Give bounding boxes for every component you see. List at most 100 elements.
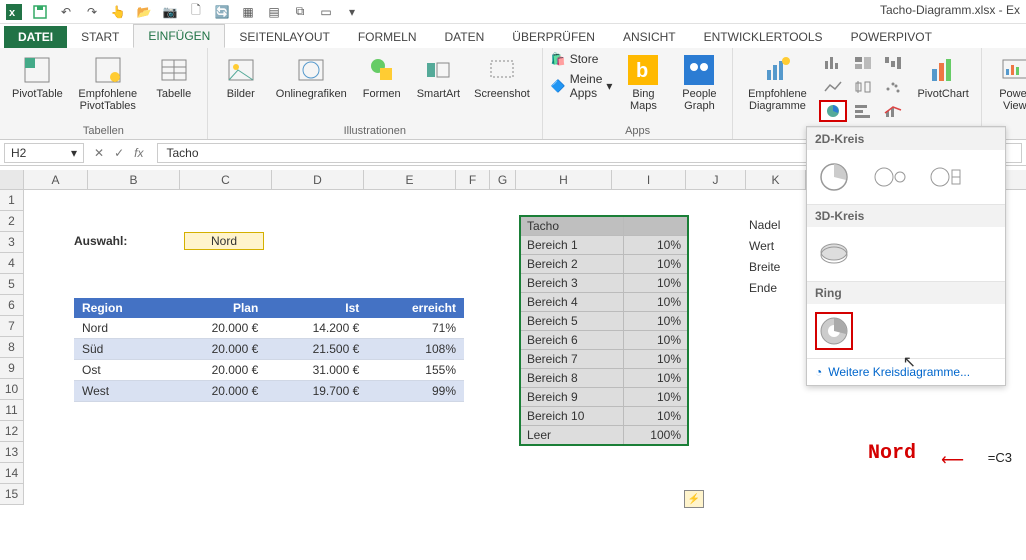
calc-icon[interactable]: ▦ bbox=[240, 4, 256, 20]
col-A[interactable]: A bbox=[24, 170, 88, 189]
col-I[interactable]: I bbox=[612, 170, 686, 189]
row-12[interactable]: 12 bbox=[0, 421, 24, 442]
row-11[interactable]: 11 bbox=[0, 400, 24, 421]
bar-of-pie-option[interactable] bbox=[927, 158, 965, 196]
row-4[interactable]: 4 bbox=[0, 253, 24, 274]
scatter-chart-icon[interactable] bbox=[879, 76, 907, 98]
row-1[interactable]: 1 bbox=[0, 190, 24, 211]
cancel-icon[interactable]: ✕ bbox=[94, 146, 104, 160]
row-7[interactable]: 7 bbox=[0, 316, 24, 337]
hierarchy-chart-icon[interactable] bbox=[849, 52, 877, 74]
combo-chart-icon[interactable] bbox=[879, 100, 907, 122]
auswahl-value[interactable]: Nord bbox=[184, 232, 264, 250]
bing-maps-button[interactable]: bBing Maps bbox=[618, 52, 668, 114]
save-icon[interactable] bbox=[32, 4, 48, 20]
touch-icon[interactable]: 👆 bbox=[110, 4, 126, 20]
table-row: West20.000 €19.700 €99% bbox=[74, 381, 464, 402]
borders-icon[interactable]: ▤ bbox=[266, 4, 282, 20]
svg-text:x: x bbox=[9, 7, 16, 19]
table-row: Nord20.000 €14.200 €71% bbox=[74, 318, 464, 339]
statistic-chart-icon[interactable] bbox=[849, 76, 877, 98]
pie-of-pie-option[interactable] bbox=[871, 158, 909, 196]
myapps-button[interactable]: 🔷Meine Apps▾ bbox=[551, 72, 613, 100]
confirm-icon[interactable]: ✓ bbox=[114, 146, 124, 160]
row-14[interactable]: 14 bbox=[0, 463, 24, 484]
row-10[interactable]: 10 bbox=[0, 379, 24, 400]
undo-icon[interactable]: ↶ bbox=[58, 4, 74, 20]
row-13[interactable]: 13 bbox=[0, 442, 24, 463]
pictures-button[interactable]: Bilder bbox=[216, 52, 266, 102]
row-2[interactable]: 2 bbox=[0, 211, 24, 232]
pivottable-button[interactable]: PivotTable bbox=[8, 52, 67, 102]
repeat-icon[interactable]: 🔄 bbox=[214, 4, 230, 20]
dropdown-icon: ▾ bbox=[606, 79, 612, 93]
waterfall-chart-icon[interactable] bbox=[879, 52, 907, 74]
col-D[interactable]: D bbox=[272, 170, 364, 189]
recommended-charts-button[interactable]: Empfohlene Diagramme bbox=[741, 52, 813, 114]
column-chart-icon[interactable] bbox=[819, 52, 847, 74]
onlinepics-button[interactable]: Onlinegrafiken bbox=[272, 52, 351, 102]
line-chart-icon[interactable] bbox=[819, 76, 847, 98]
th-region: Region bbox=[74, 298, 165, 318]
row-6[interactable]: 6 bbox=[0, 295, 24, 316]
tab-formulas[interactable]: FORMELN bbox=[344, 26, 431, 48]
tab-view[interactable]: ANSICHT bbox=[609, 26, 690, 48]
smartart-button[interactable]: SmartArt bbox=[413, 52, 464, 102]
quick-analysis-icon[interactable]: ⚡ bbox=[684, 490, 704, 508]
col-C[interactable]: C bbox=[180, 170, 272, 189]
tab-devtools[interactable]: ENTWICKLERTOOLS bbox=[690, 26, 837, 48]
form-icon[interactable]: ▭ bbox=[318, 4, 334, 20]
pie-chart-icon[interactable] bbox=[819, 100, 847, 122]
shapes-button[interactable]: Formen bbox=[357, 52, 407, 102]
col-B[interactable]: B bbox=[88, 170, 180, 189]
open-icon[interactable]: 📂 bbox=[136, 4, 152, 20]
more-icon[interactable]: ▾ bbox=[344, 4, 360, 20]
pie-3d-option[interactable] bbox=[815, 235, 853, 273]
new-icon[interactable]: 🗋 bbox=[188, 4, 204, 20]
bar-chart-icon[interactable] bbox=[849, 100, 877, 122]
col-F[interactable]: F bbox=[456, 170, 490, 189]
tab-review[interactable]: ÜBERPRÜFEN bbox=[498, 26, 609, 48]
fx-icon[interactable]: fx bbox=[134, 146, 143, 160]
tab-pagelayout[interactable]: SEITENLAYOUT bbox=[225, 26, 343, 48]
store-button[interactable]: 🛍️Store bbox=[551, 52, 613, 66]
people-graph-button[interactable]: People Graph bbox=[674, 52, 724, 114]
doughnut-option[interactable] bbox=[815, 312, 853, 350]
select-all-button[interactable] bbox=[0, 170, 24, 189]
table-row: Ost20.000 €31.000 €155% bbox=[74, 360, 464, 381]
row-8[interactable]: 8 bbox=[0, 337, 24, 358]
recommended-pivot-button[interactable]: Empfohlene PivotTables bbox=[73, 52, 143, 114]
camera-icon[interactable]: 📷 bbox=[162, 4, 178, 20]
pie-small-icon: ◔ bbox=[815, 365, 822, 379]
row-15[interactable]: 15 bbox=[0, 484, 24, 505]
name-box[interactable]: H2▾ bbox=[4, 143, 84, 163]
row-3[interactable]: 3 bbox=[0, 232, 24, 253]
popup-section-2d: 2D-Kreis bbox=[807, 127, 1005, 150]
dropdown-icon[interactable]: ▾ bbox=[71, 146, 77, 160]
cursor-icon: ↖ bbox=[903, 352, 916, 372]
table-button[interactable]: Tabelle bbox=[149, 52, 199, 102]
dialog-icon[interactable]: ⧉ bbox=[292, 4, 308, 20]
tab-insert[interactable]: EINFÜGEN bbox=[133, 24, 225, 48]
table-row: Süd20.000 €21.500 €108% bbox=[74, 339, 464, 360]
tab-start[interactable]: START bbox=[67, 26, 133, 48]
tab-data[interactable]: DATEN bbox=[431, 26, 499, 48]
screenshot-button[interactable]: Screenshot bbox=[470, 52, 534, 102]
pie-2d-option[interactable] bbox=[815, 158, 853, 196]
tab-powerpivot[interactable]: POWERPIVOT bbox=[837, 26, 946, 48]
pivotchart-button[interactable]: PivotChart bbox=[913, 52, 972, 102]
powerview-button[interactable]: Power View bbox=[990, 52, 1026, 114]
window-title: Tacho-Diagramm.xlsx - Ex bbox=[880, 3, 1020, 17]
col-K[interactable]: K bbox=[746, 170, 806, 189]
redo-icon[interactable]: ↷ bbox=[84, 4, 100, 20]
row-9[interactable]: 9 bbox=[0, 358, 24, 379]
popup-section-3d: 3D-Kreis bbox=[807, 204, 1005, 227]
group-illustrations: Bilder Onlinegrafiken Formen SmartArt Sc… bbox=[208, 48, 543, 139]
col-E[interactable]: E bbox=[364, 170, 456, 189]
row-5[interactable]: 5 bbox=[0, 274, 24, 295]
col-H[interactable]: H bbox=[516, 170, 612, 189]
tab-file[interactable]: DATEI bbox=[4, 26, 67, 48]
th-ist: Ist bbox=[266, 298, 367, 318]
col-G[interactable]: G bbox=[490, 170, 516, 189]
col-J[interactable]: J bbox=[686, 170, 746, 189]
